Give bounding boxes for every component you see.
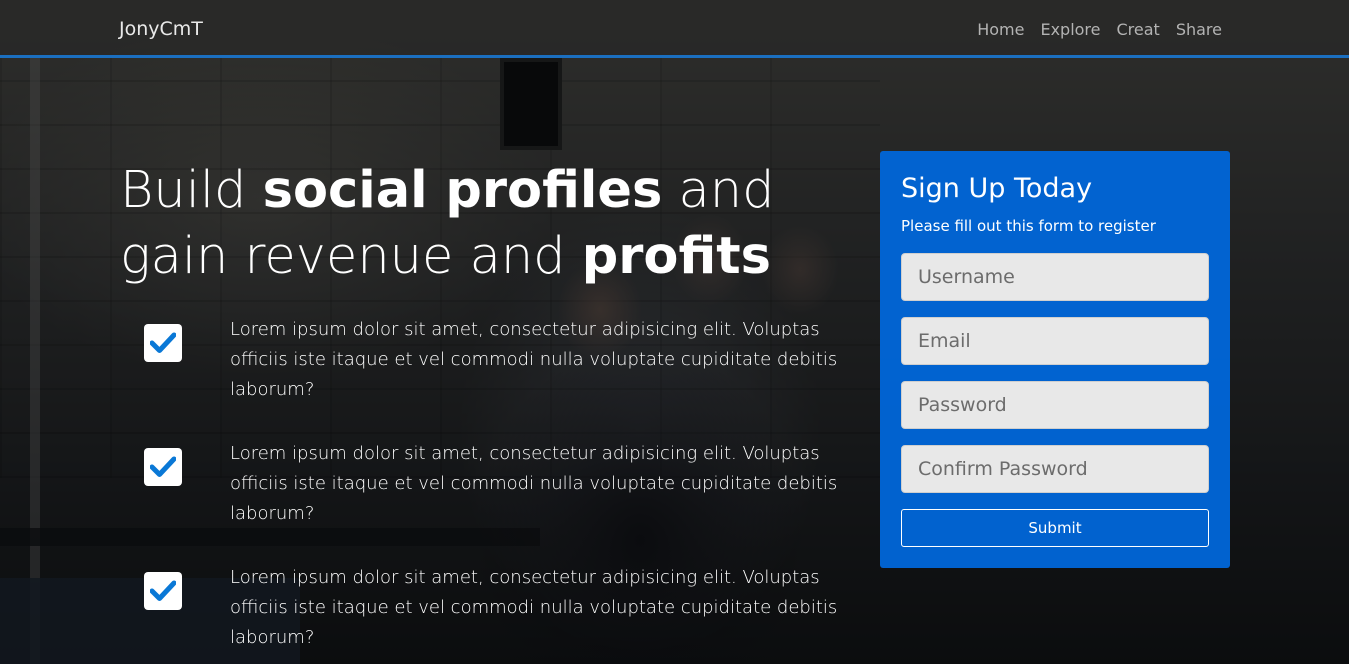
feature-text: Lorem ipsum dolor sit amet, consectetur … — [230, 567, 838, 648]
password-input[interactable] — [901, 381, 1209, 429]
navbar: JonyCmT Home Explore Creat Share — [0, 0, 1349, 58]
signup-title: Sign Up Today — [901, 173, 1093, 204]
nav-link-home[interactable]: Home — [977, 20, 1024, 39]
submit-button[interactable]: Submit — [901, 509, 1209, 547]
nav-links: Home Explore Creat Share — [977, 20, 1222, 39]
feature-text: Lorem ipsum dolor sit amet, consectetur … — [230, 443, 838, 524]
nav-link-share[interactable]: Share — [1176, 20, 1222, 39]
headline-part: Build — [120, 161, 263, 220]
signup-subtitle: Please fill out this form to register — [901, 217, 1156, 235]
username-input[interactable] — [901, 253, 1209, 301]
nav-link-creat[interactable]: Creat — [1117, 20, 1160, 39]
email-input[interactable] — [901, 317, 1209, 365]
check-icon — [144, 448, 182, 486]
feature-text: Lorem ipsum dolor sit amet, consectetur … — [230, 319, 838, 400]
confirm-password-input[interactable] — [901, 445, 1209, 493]
headline-highlight: social profiles — [262, 161, 663, 220]
nav-link-explore[interactable]: Explore — [1040, 20, 1100, 39]
check-icon — [144, 324, 182, 362]
check-icon — [144, 572, 182, 610]
signup-card: Sign Up Today Please fill out this form … — [880, 151, 1230, 568]
brand-logo[interactable]: JonyCmT — [119, 18, 203, 40]
headline-highlight: profits — [581, 227, 771, 286]
hero-headline: Build social profiles and gain revenue a… — [120, 158, 840, 290]
